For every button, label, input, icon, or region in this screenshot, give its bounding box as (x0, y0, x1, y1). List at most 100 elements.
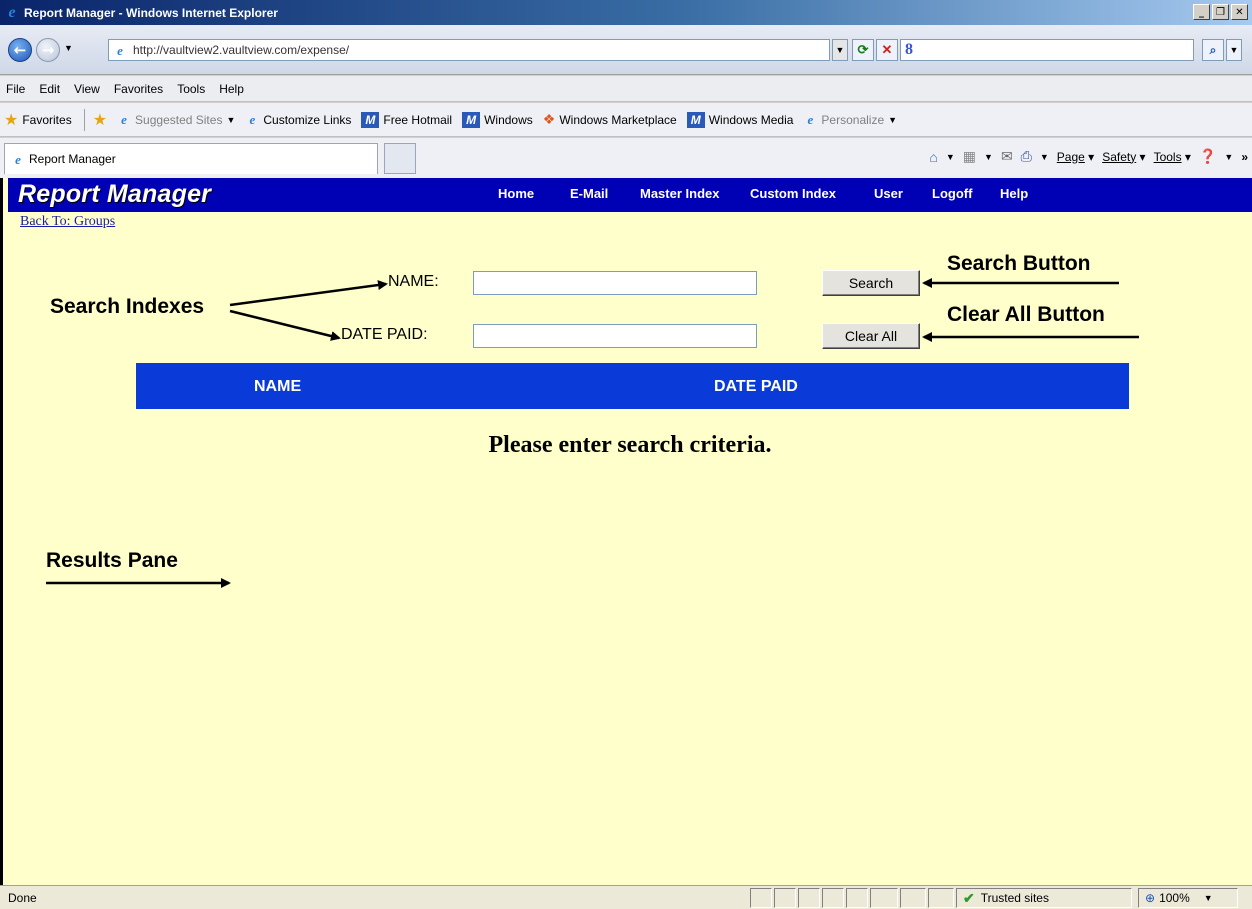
window-title: Report Manager - Windows Internet Explor… (24, 5, 278, 20)
safety-menu[interactable]: Safety ▾ (1102, 150, 1145, 164)
status-segment (928, 888, 954, 908)
more-commands-icon[interactable]: » (1241, 150, 1248, 164)
status-text: Done (8, 891, 37, 905)
feeds-icon[interactable]: ▦ (963, 148, 976, 165)
page-ie-icon: e (117, 42, 123, 58)
status-segment (846, 888, 868, 908)
app-header: Report Manager Home E-Mail Master Index … (8, 178, 1252, 212)
column-header-name[interactable]: NAME (254, 378, 301, 396)
menu-view[interactable]: View (74, 82, 100, 96)
restore-button[interactable]: ❐ (1212, 4, 1229, 20)
browser-search-input[interactable]: 8 (900, 39, 1194, 61)
back-button[interactable]: ← (8, 38, 32, 62)
chevron-down-icon: ▼ (1203, 893, 1213, 903)
date-paid-search-input[interactable] (473, 324, 757, 348)
add-favorite-star-icon: ★ (92, 111, 108, 129)
page-viewport: Report Manager Home E-Mail Master Index … (8, 178, 1252, 885)
status-segment (822, 888, 844, 908)
zoom-level[interactable]: ⊕ 100% ▼ (1138, 888, 1238, 908)
mail-icon[interactable]: ✉ (1001, 148, 1013, 165)
forward-button[interactable]: → (36, 38, 60, 62)
home-icon[interactable]: ⌂ (929, 149, 937, 165)
msn-icon: M (686, 111, 705, 128)
minimize-button[interactable]: _ (1193, 4, 1210, 20)
date-paid-label: DATE PAID: (341, 326, 428, 343)
nav-email[interactable]: E-Mail (570, 186, 640, 201)
stop-button[interactable]: ✕ (876, 39, 898, 61)
chevron-down-icon[interactable]: ▼ (984, 152, 993, 162)
fav-windows[interactable]: M Windows (462, 111, 533, 128)
window-title-bar: e Report Manager - Windows Internet Expl… (0, 0, 1252, 25)
menu-file[interactable]: File (6, 82, 25, 96)
search-options-dropdown-icon[interactable]: ▼ (1226, 39, 1242, 61)
results-header: NAME DATE PAID (136, 363, 1129, 409)
fav-windows-marketplace[interactable]: ❖ Windows Marketplace (543, 111, 677, 128)
tab-report-manager[interactable]: e Report Manager (4, 143, 378, 174)
status-bar: Done ✔ Trusted sites ⊕ 100% ▼ (0, 885, 1252, 909)
name-label: NAME: (388, 273, 439, 290)
annotation-clear-all-button: Clear All Button (947, 303, 1105, 326)
ie-icon: e (249, 112, 256, 127)
column-header-date-paid[interactable]: DATE PAID (714, 378, 798, 396)
menu-help[interactable]: Help (219, 82, 244, 96)
nav-master-index[interactable]: Master Index (640, 186, 750, 201)
status-segment (750, 888, 772, 908)
nav-custom-index[interactable]: Custom Index (750, 186, 874, 201)
favorites-star-icon: ★ (4, 111, 19, 129)
chevron-down-icon[interactable]: ▼ (1040, 152, 1049, 162)
menu-bar: File Edit View Favorites Tools Help (0, 76, 1252, 102)
nav-home[interactable]: Home (498, 186, 570, 201)
msn-icon: M (361, 111, 380, 128)
tab-ie-icon: e (15, 151, 21, 167)
command-bar: ⌂ ▼ ▦ ▼ ✉ ⎙ ▼ Page ▾ Safety ▾ Tools ▾ ❓ … (929, 148, 1248, 165)
chevron-down-icon: ▼ (888, 114, 898, 125)
back-to-groups-link[interactable]: Back To: Groups (20, 214, 115, 230)
report-manager-logo: Report Manager (18, 180, 212, 208)
status-segment (774, 888, 796, 908)
ie-icon: e (807, 112, 814, 127)
print-icon[interactable]: ⎙ (1021, 148, 1032, 165)
results-message: Please enter search criteria. (488, 432, 772, 458)
address-dropdown-icon[interactable]: ▼ (832, 39, 848, 61)
tab-row: e Report Manager ⌂ ▼ ▦ ▼ ✉ ⎙ ▼ Page ▾ Sa… (0, 138, 1252, 178)
nav-logoff[interactable]: Logoff (932, 186, 1000, 201)
chevron-down-icon[interactable]: ▼ (946, 152, 955, 162)
search-button[interactable]: Search (822, 270, 920, 296)
add-to-favorites-bar-button[interactable]: ★ (93, 110, 107, 130)
menu-edit[interactable]: Edit (39, 82, 60, 96)
menu-favorites[interactable]: Favorites (114, 82, 163, 96)
fav-free-hotmail[interactable]: M Free Hotmail (361, 111, 452, 128)
nav-user[interactable]: User (874, 186, 932, 201)
refresh-button[interactable]: ⟳ (852, 39, 874, 61)
ie-logo-icon: e (8, 3, 16, 21)
fav-customize-links[interactable]: e Customize Links (245, 113, 351, 127)
trusted-check-icon: ✔ (963, 889, 975, 906)
favorites-button[interactable]: ★ Favorites (4, 110, 72, 130)
new-tab-button[interactable] (384, 143, 416, 174)
arrow-to-name-label (229, 280, 388, 307)
page-menu[interactable]: Page ▾ (1057, 150, 1094, 164)
zoom-icon: ⊕ (1145, 891, 1156, 905)
fav-suggested-sites[interactable]: e Suggested Sites ▼ (117, 113, 235, 127)
help-icon[interactable]: ❓ (1199, 148, 1216, 165)
status-segment (900, 888, 926, 908)
fav-personalize[interactable]: e Personalize ▼ (803, 112, 898, 127)
viewport-left-edge (0, 178, 8, 885)
tools-menu[interactable]: Tools ▾ (1154, 150, 1191, 164)
search-go-icon[interactable]: ⌕ (1202, 39, 1224, 61)
chevron-down-icon[interactable]: ▼ (1224, 152, 1233, 162)
nav-help[interactable]: Help (1000, 186, 1028, 201)
annotation-search-indexes: Search Indexes (50, 295, 205, 318)
fav-windows-media[interactable]: M Windows Media (686, 111, 793, 128)
ie-icon: e (121, 112, 127, 127)
clear-all-button[interactable]: Clear All (822, 323, 920, 349)
close-window-button[interactable]: ✕ (1231, 4, 1248, 20)
address-bar[interactable]: e http://vaultview2.vaultview.com/expens… (108, 39, 830, 61)
menu-tools[interactable]: Tools (177, 82, 205, 96)
recent-pages-dropdown-icon[interactable]: ▼ (64, 43, 73, 53)
name-search-input[interactable] (473, 271, 757, 295)
security-zone[interactable]: ✔ Trusted sites (956, 888, 1132, 908)
windows-flag-icon: ❖ (542, 111, 556, 127)
annotation-search-button: Search Button (947, 252, 1091, 275)
address-toolbar: ← → ▼ e http://vaultview2.vaultview.com/… (0, 25, 1252, 75)
